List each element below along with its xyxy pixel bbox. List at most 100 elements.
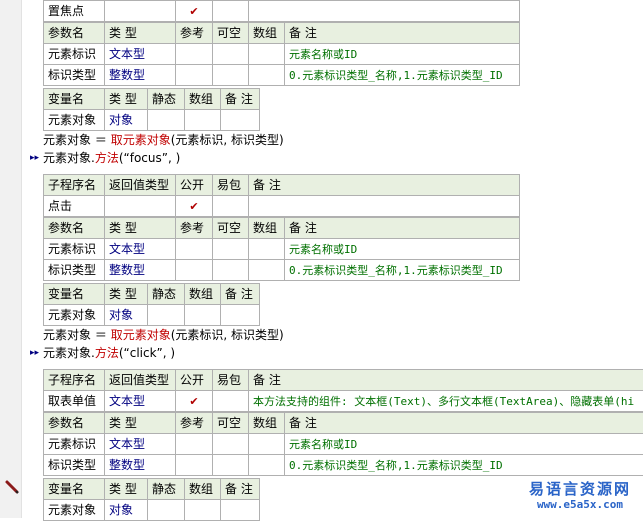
var-type-cell[interactable]: 对象 (105, 305, 148, 326)
param-remark-cell[interactable]: 元素名称或ID (285, 239, 520, 260)
public-header: 公开 (176, 370, 213, 391)
param-array-cell[interactable] (249, 260, 285, 281)
var-block-focus: 变量名 类 型 静态 数组 备 注 元素对象 对象 (43, 88, 260, 131)
param-remark-header: 备 注 (285, 218, 520, 239)
param-name-cell[interactable]: 标识类型 (44, 260, 105, 281)
param-array-cell[interactable] (249, 65, 285, 86)
sub-name-cell[interactable]: 点击 (44, 196, 105, 217)
param-nullable-cell[interactable] (213, 44, 249, 65)
param-name-cell[interactable]: 标识类型 (44, 455, 105, 476)
easy-pkg-cell[interactable] (213, 391, 249, 412)
param-ref-cell[interactable] (176, 434, 213, 455)
var-static-cell[interactable] (148, 305, 185, 326)
param-ref-cell[interactable] (176, 239, 213, 260)
var-remark-cell[interactable] (221, 500, 260, 521)
param-type-cell[interactable]: 文本型 (105, 44, 176, 65)
param-nullable-cell[interactable] (213, 239, 249, 260)
param-name-cell[interactable]: 元素标识 (44, 434, 105, 455)
param-array-cell[interactable] (249, 44, 285, 65)
param-row: 元素标识 文本型 元素名称或ID (44, 239, 520, 260)
param-remark-cell[interactable]: 0.元素标识类型_名称,1.元素标识类型_ID (285, 455, 643, 476)
var-name-cell[interactable]: 元素对象 (44, 500, 105, 521)
sub-block-click: 子程序名 返回值类型 公开 易包 备 注 点击 ✔ 参数名 类 型 参考 可空 … (43, 174, 520, 281)
param-ref-header: 参考 (176, 218, 213, 239)
var-array-cell[interactable] (185, 500, 221, 521)
remark-cell[interactable] (249, 196, 520, 217)
remark-cell[interactable] (249, 1, 520, 22)
var-remark-cell[interactable] (221, 305, 260, 326)
var-row: 元素对象 对象 (44, 110, 260, 131)
expand-arrow-icon[interactable]: ▸▸ (30, 344, 39, 362)
public-check-icon[interactable]: ✔ (176, 1, 213, 22)
param-array-cell[interactable] (249, 239, 285, 260)
var-static-header: 静态 (148, 284, 185, 305)
return-type-cell[interactable] (105, 196, 176, 217)
pencil-icon (4, 479, 20, 495)
param-nullable-cell[interactable] (213, 455, 249, 476)
var-type-cell[interactable]: 对象 (105, 110, 148, 131)
param-nullable-cell[interactable] (213, 434, 249, 455)
param-nullable-cell[interactable] (213, 65, 249, 86)
sub-block-get-form-value: 子程序名 返回值类型 公开 易包 备 注 取表单值 文本型 ✔ 本方法支持的组件… (43, 369, 643, 476)
param-ref-cell[interactable] (176, 455, 213, 476)
param-array-header: 数组 (249, 23, 285, 44)
var-block-get-form-value: 变量名 类 型 静态 数组 备 注 元素对象 对象 (43, 478, 260, 521)
watermark-logo: 易语言资源网 www.e5a5x.com (529, 480, 631, 512)
param-ref-cell[interactable] (176, 260, 213, 281)
sub-row: 点击 ✔ (44, 196, 520, 217)
var-array-cell[interactable] (185, 305, 221, 326)
param-array-cell[interactable] (249, 455, 285, 476)
var-remark-header: 备 注 (221, 89, 260, 110)
param-type-cell[interactable]: 整数型 (105, 260, 176, 281)
param-remark-cell[interactable]: 0.元素标识类型_名称,1.元素标识类型_ID (285, 260, 520, 281)
return-type-header: 返回值类型 (105, 370, 176, 391)
param-ref-cell[interactable] (176, 65, 213, 86)
var-array-header: 数组 (185, 89, 221, 110)
var-static-header: 静态 (148, 89, 185, 110)
param-name-cell[interactable]: 标识类型 (44, 65, 105, 86)
code-line-call-focus[interactable]: 元素对象.方法(“focus”, ) (43, 149, 180, 167)
param-nullable-cell[interactable] (213, 260, 249, 281)
var-array-cell[interactable] (185, 110, 221, 131)
code-function: 取元素对象 (111, 133, 171, 147)
code-var: 元素对象 (43, 133, 91, 147)
param-type-cell[interactable]: 文本型 (105, 239, 176, 260)
param-type-cell[interactable]: 整数型 (105, 455, 176, 476)
return-type-cell[interactable]: 文本型 (105, 391, 176, 412)
easy-pkg-cell[interactable] (213, 196, 249, 217)
code-line-call-click[interactable]: 元素对象.方法(“click”, ) (43, 344, 175, 362)
public-check-icon[interactable]: ✔ (176, 196, 213, 217)
param-remark-cell[interactable]: 元素名称或ID (285, 434, 643, 455)
var-type-cell[interactable]: 对象 (105, 500, 148, 521)
code-args: (“focus”, ) (119, 151, 180, 165)
param-ref-cell[interactable] (176, 44, 213, 65)
param-name-cell[interactable]: 元素标识 (44, 44, 105, 65)
code-line-assign[interactable]: 元素对象 ＝ 取元素对象(元素标识, 标识类型) (43, 131, 284, 149)
var-name-header: 变量名 (44, 89, 105, 110)
var-name-cell[interactable]: 元素对象 (44, 305, 105, 326)
param-name-cell[interactable]: 元素标识 (44, 239, 105, 260)
var-array-header: 数组 (185, 284, 221, 305)
var-static-cell[interactable] (148, 500, 185, 521)
param-array-cell[interactable] (249, 434, 285, 455)
param-table: 参数名 类 型 参考 可空 数组 备 注 元素标识 文本型 元素名称或ID 标识… (43, 217, 520, 281)
var-static-cell[interactable] (148, 110, 185, 131)
var-remark-cell[interactable] (221, 110, 260, 131)
expand-arrow-icon[interactable]: ▸▸ (30, 149, 39, 167)
easy-pkg-header: 易包 (213, 175, 249, 196)
code-method: 方法 (95, 346, 119, 360)
remark-cell[interactable]: 本方法支持的组件: 文本框(Text)、多行文本框(TextArea)、隐藏表单… (249, 391, 643, 412)
param-type-cell[interactable]: 整数型 (105, 65, 176, 86)
param-type-cell[interactable]: 文本型 (105, 434, 176, 455)
param-remark-cell[interactable]: 元素名称或ID (285, 44, 520, 65)
return-type-cell[interactable] (105, 1, 176, 22)
var-name-cell[interactable]: 元素对象 (44, 110, 105, 131)
easy-pkg-cell[interactable] (213, 1, 249, 22)
public-check-icon[interactable]: ✔ (176, 391, 213, 412)
param-type-header: 类 型 (105, 218, 176, 239)
param-remark-cell[interactable]: 0.元素标识类型_名称,1.元素标识类型_ID (285, 65, 520, 86)
sub-name-cell[interactable]: 置焦点 (44, 1, 105, 22)
sub-name-cell[interactable]: 取表单值 (44, 391, 105, 412)
var-name-header: 变量名 (44, 284, 105, 305)
code-line-assign[interactable]: 元素对象 ＝ 取元素对象(元素标识, 标识类型) (43, 326, 284, 344)
